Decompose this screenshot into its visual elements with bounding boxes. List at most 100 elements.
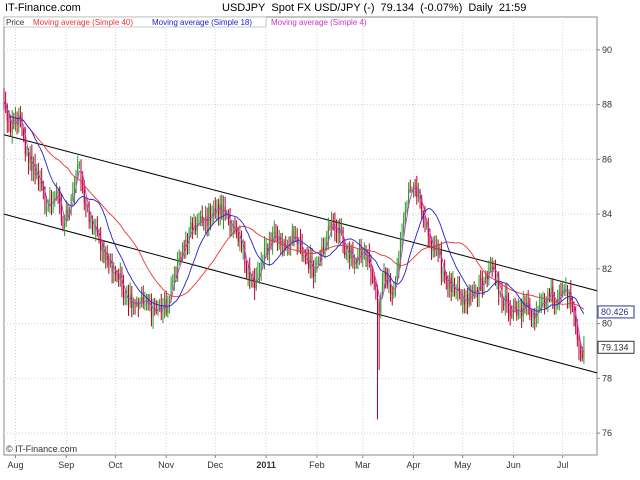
candle-body	[273, 231, 275, 234]
candle-body	[141, 296, 143, 302]
candle-body	[411, 189, 413, 191]
candle-body	[403, 219, 405, 234]
candle-body	[303, 255, 305, 257]
y-tick-label: 80	[602, 319, 612, 329]
candle-body	[57, 192, 59, 194]
candle-body	[332, 223, 334, 225]
candle-body	[11, 119, 13, 132]
x-tick-label: Nov	[158, 460, 175, 470]
candle-body	[203, 221, 205, 223]
legend: Price Moving average (Simple 40) Moving av…	[3, 16, 367, 28]
candle-body	[329, 226, 331, 228]
candle-body	[396, 268, 398, 280]
candle-body	[539, 304, 541, 310]
legend-item: Moving average (Simple 4)	[271, 18, 367, 27]
y-tick-label: 82	[602, 264, 612, 274]
x-tick-label: Aug	[7, 460, 23, 470]
candle-body	[219, 204, 221, 215]
candle-body	[424, 217, 426, 227]
candle-body	[372, 273, 374, 276]
candle-body	[583, 347, 585, 358]
candle-body	[503, 303, 505, 306]
candle-body	[293, 230, 295, 239]
candle-body	[270, 241, 272, 244]
candle-body	[250, 277, 252, 279]
legend-price-label: Price	[6, 18, 25, 27]
candle-body	[72, 192, 74, 198]
candle-body	[178, 257, 180, 263]
candle-body	[87, 206, 89, 208]
candle-body	[304, 255, 306, 258]
candle-body	[239, 236, 241, 242]
candle-body	[144, 303, 146, 305]
candle-body	[80, 163, 82, 182]
x-tick-label: Feb	[309, 460, 325, 470]
candle-body	[567, 288, 569, 301]
candle-body	[77, 164, 79, 173]
candle-body	[8, 120, 10, 122]
candle-body	[23, 130, 25, 139]
x-tick-label: Apr	[407, 460, 421, 470]
candle-body	[200, 216, 202, 221]
candle-body	[242, 248, 244, 250]
candle-body	[172, 280, 174, 283]
legend-item: Moving average (Simple 40)	[33, 18, 133, 27]
candle-body	[47, 206, 49, 209]
candle-body	[247, 268, 249, 274]
candle-body	[65, 209, 67, 224]
candle-body	[132, 303, 134, 308]
candle-body	[234, 225, 236, 228]
candle-body	[509, 309, 511, 316]
watermark: © IT-Finance.com	[6, 444, 77, 454]
candle-body	[506, 295, 508, 301]
candle-body	[449, 277, 451, 289]
candle-body	[383, 271, 385, 282]
candle-body	[209, 207, 211, 222]
candle-body	[550, 286, 552, 294]
x-tick-label: Mar	[355, 460, 371, 470]
candle-body	[444, 271, 446, 278]
candle-body	[190, 222, 192, 231]
candle-body	[331, 223, 333, 228]
candle-body	[490, 266, 492, 268]
x-tick-label: Jun	[506, 460, 521, 470]
candle-body	[514, 306, 516, 310]
candle-body	[237, 231, 239, 242]
candle-body	[221, 204, 223, 218]
candle-body	[344, 246, 346, 256]
candle-body	[10, 121, 12, 132]
candle-body	[36, 173, 38, 176]
candle-body	[563, 288, 565, 290]
x-tick-label: Dec	[207, 460, 224, 470]
x-tick-label: May	[454, 460, 472, 470]
candle-body	[542, 300, 544, 302]
candle-body	[429, 236, 431, 244]
candle-body	[152, 307, 154, 318]
candle-body	[485, 274, 487, 280]
candle-body	[478, 278, 480, 297]
candle-body	[404, 209, 406, 220]
candle-body	[496, 276, 498, 279]
candle-body	[342, 229, 344, 247]
candle-body	[416, 186, 418, 198]
candle-body	[350, 248, 352, 259]
y-tick-label: 90	[602, 45, 612, 55]
candle-body	[123, 286, 125, 299]
x-tick-label: Jul	[557, 460, 569, 470]
candle-body	[214, 208, 216, 211]
candle-body	[113, 272, 115, 274]
candle-body	[64, 223, 66, 228]
y-tick-label: 78	[602, 373, 612, 383]
candle-body	[540, 301, 542, 305]
x-tick-label: Oct	[108, 460, 123, 470]
candle-body	[511, 315, 513, 317]
candle-body	[455, 291, 457, 294]
x-tick-label: 2011	[256, 460, 276, 470]
candle-body	[480, 278, 482, 280]
candle-body	[318, 260, 320, 262]
candle-body	[355, 260, 357, 264]
y-tick-label: 76	[602, 428, 612, 438]
candle-body	[32, 166, 34, 171]
candle-body	[14, 118, 16, 122]
candle-body	[257, 273, 259, 279]
